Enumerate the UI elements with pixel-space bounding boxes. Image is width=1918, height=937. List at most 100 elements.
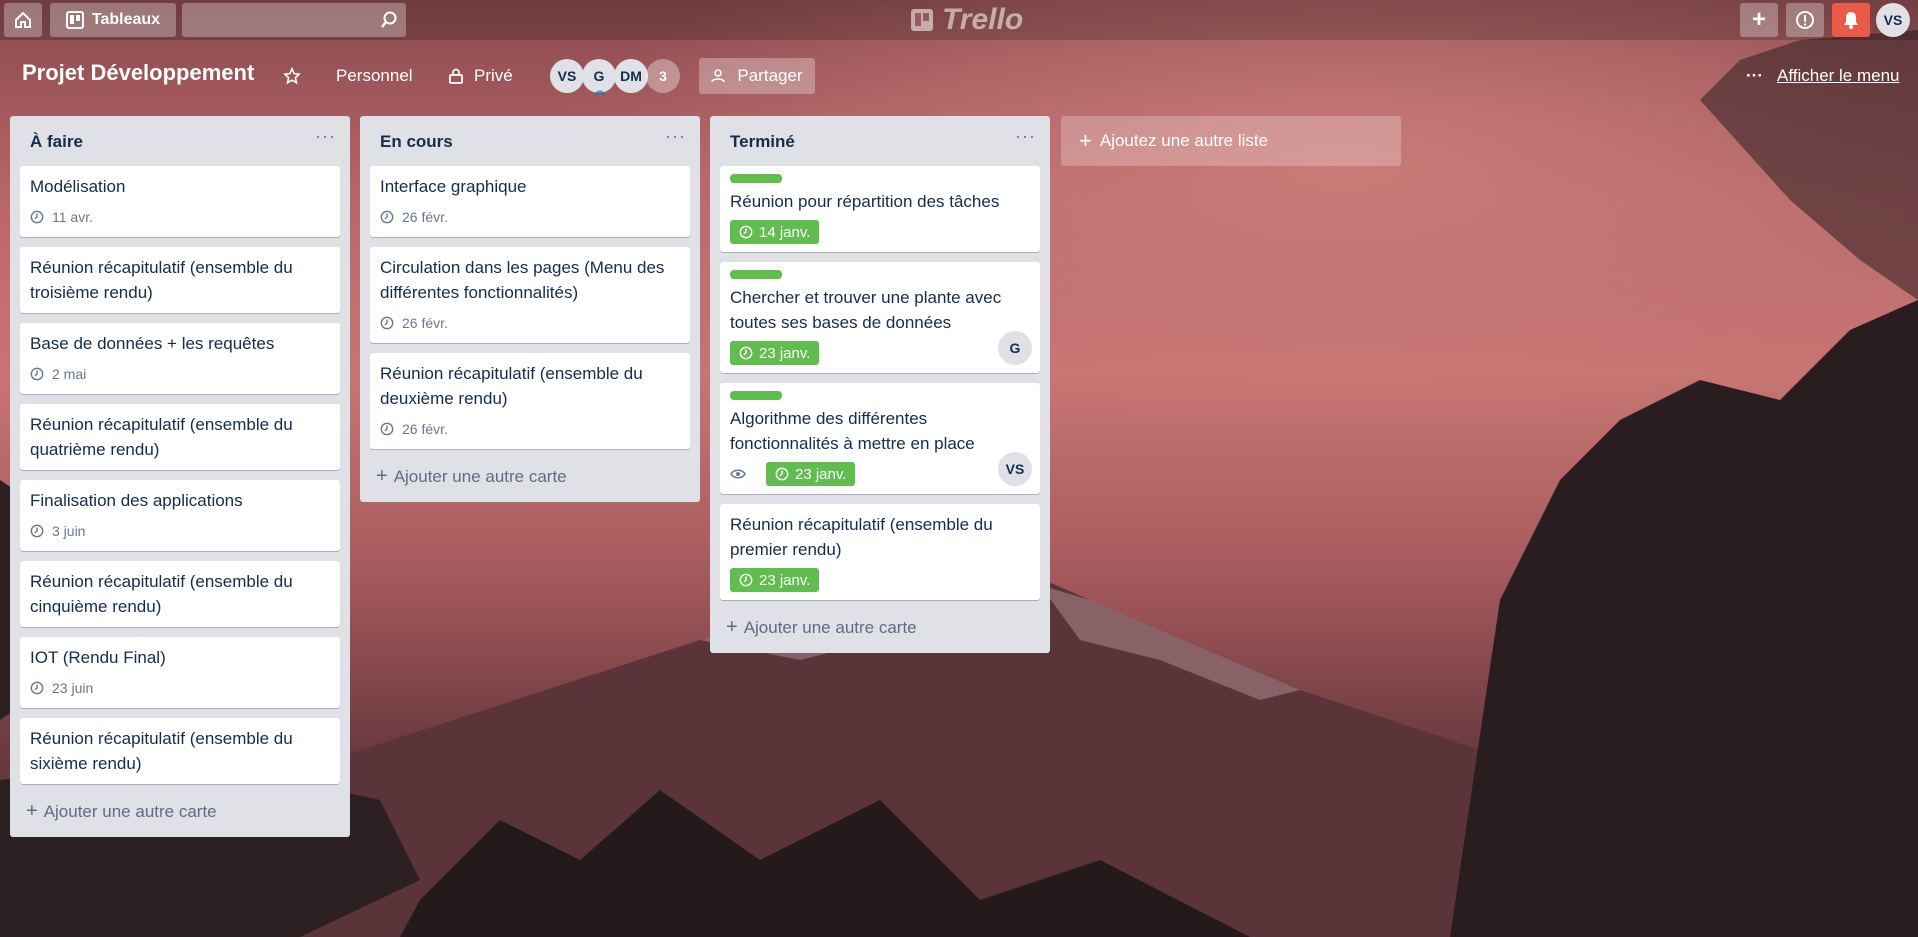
add-card-button[interactable]: + Ajouter une autre carte: [10, 794, 350, 837]
plus-icon: +: [1751, 6, 1766, 33]
trello-logo[interactable]: Trello: [910, 3, 1023, 36]
card[interactable]: Chercher et trouver une plante avec tout…: [720, 262, 1040, 373]
search-icon: [381, 11, 397, 28]
due-date-complete: 14 janv.: [730, 220, 820, 244]
add-card-label: Ajouter une autre carte: [43, 801, 217, 821]
due-date: 23 janv.: [795, 465, 847, 483]
card[interactable]: Interface graphique 26 févr.: [370, 166, 690, 237]
clock-icon: [380, 210, 394, 224]
card-title: IOT (Rendu Final): [30, 648, 166, 667]
plus-icon: +: [1079, 128, 1092, 153]
card-title: Réunion pour répartition des tâches: [730, 192, 1000, 211]
top-navigation-bar: Tableaux Trello + VS: [0, 0, 1918, 40]
card[interactable]: Réunion récapitulatif (ensemble du quatr…: [20, 404, 340, 470]
due-date: 26 févr.: [402, 314, 448, 331]
user-avatar[interactable]: VS: [1876, 3, 1910, 37]
due-date: 26 févr.: [402, 420, 448, 437]
green-label[interactable]: [730, 174, 782, 183]
board-title[interactable]: Projet Développement: [22, 60, 254, 86]
list-title[interactable]: En cours: [380, 132, 453, 152]
list-title[interactable]: À faire: [30, 132, 83, 152]
card[interactable]: Finalisation des applications 3 juin: [20, 480, 340, 551]
show-menu-button[interactable]: ··· Afficher le menu: [1746, 58, 1900, 94]
clock-icon: [30, 367, 44, 381]
create-button[interactable]: +: [1740, 3, 1778, 37]
member-count-badge[interactable]: 3: [646, 59, 680, 93]
card-title: Circulation dans les pages (Menu des dif…: [380, 258, 665, 302]
lock-icon: [449, 68, 463, 84]
home-icon: [15, 11, 31, 28]
card[interactable]: Réunion récapitulatif (ensemble du deuxi…: [370, 353, 690, 449]
due-date-badge: 26 févr.: [380, 311, 680, 335]
card-title: Chercher et trouver une plante avec tout…: [730, 288, 1002, 332]
star-button[interactable]: [283, 58, 307, 94]
due-date: 3 juin: [52, 522, 86, 539]
due-date: 26 févr.: [402, 208, 448, 225]
privacy-button[interactable]: Privé: [448, 58, 513, 94]
member-avatar[interactable]: DM: [614, 59, 648, 93]
notifications-button[interactable]: [1832, 3, 1870, 37]
add-card-button[interactable]: + Ajouter une autre carte: [710, 610, 1050, 653]
list-menu-button[interactable]: ···: [665, 126, 686, 147]
card[interactable]: Réunion récapitulatif (ensemble du cinqu…: [20, 561, 340, 627]
add-card-button[interactable]: + Ajouter une autre carte: [360, 459, 700, 502]
green-label[interactable]: [730, 391, 782, 400]
card[interactable]: IOT (Rendu Final) 23 juin: [20, 637, 340, 708]
green-label[interactable]: [730, 270, 782, 279]
list-title[interactable]: Terminé: [730, 132, 795, 152]
due-date-complete: 23 janv.: [730, 341, 820, 365]
info-button[interactable]: [1786, 3, 1824, 37]
due-date-badge: 23 juin: [30, 676, 330, 700]
due-date-badge: 11 avr.: [30, 205, 330, 229]
boards-button[interactable]: Tableaux: [50, 3, 176, 37]
card-title: Interface graphique: [380, 177, 527, 196]
plus-icon: +: [376, 465, 388, 487]
card-title: Modélisation: [30, 177, 126, 196]
member-avatar[interactable]: VS: [550, 59, 584, 93]
card-member-avatar[interactable]: VS: [998, 452, 1032, 486]
privacy-label: Privé: [474, 66, 513, 85]
due-date: 2 mai: [52, 365, 87, 382]
card-member-avatar[interactable]: G: [998, 331, 1032, 365]
share-label: Partager: [737, 66, 803, 85]
admin-chevron-icon: ︽: [595, 86, 605, 97]
card-title: Réunion récapitulatif (ensemble du sixiè…: [30, 729, 293, 773]
list-menu-button[interactable]: ···: [315, 126, 336, 147]
plus-icon: +: [26, 800, 38, 822]
team-visibility-label: Personnel: [336, 66, 413, 85]
list-header: En cours ···: [360, 116, 700, 166]
member-count: 3: [659, 68, 667, 84]
clock-icon: [30, 681, 44, 695]
card[interactable]: Circulation dans les pages (Menu des dif…: [370, 247, 690, 343]
card-title: Réunion récapitulatif (ensemble du quatr…: [30, 415, 293, 459]
card[interactable]: Modélisation 11 avr.: [20, 166, 340, 237]
card[interactable]: Réunion récapitulatif (ensemble du sixiè…: [20, 718, 340, 784]
board-members: VS G ︽ DM 3: [550, 58, 680, 97]
clock-icon: [739, 225, 753, 239]
card[interactable]: Réunion pour répartition des tâches 14 j…: [720, 166, 1040, 252]
member-avatar[interactable]: G ︽: [582, 59, 616, 97]
search-input[interactable]: [182, 3, 406, 37]
add-list-button[interactable]: + Ajoutez une autre liste: [1061, 116, 1401, 166]
list-menu-button[interactable]: ···: [1015, 126, 1036, 147]
member-initials: G: [593, 68, 605, 84]
card[interactable]: Algorithme des différentes fonctionnalit…: [720, 383, 1040, 494]
card-title: Réunion récapitulatif (ensemble du premi…: [730, 515, 993, 559]
list-a-faire: À faire ··· Modélisation 11 avr. Réunion…: [10, 116, 350, 837]
clock-icon: [380, 316, 394, 330]
list-termine: Terminé ··· Réunion pour répartition des…: [710, 116, 1050, 653]
due-date-complete: 23 janv.: [730, 568, 820, 592]
due-date-badge: 26 févr.: [380, 205, 680, 229]
card[interactable]: Réunion récapitulatif (ensemble du premi…: [720, 504, 1040, 600]
add-list-label: Ajoutez une autre liste: [1099, 131, 1269, 150]
card-title: Algorithme des différentes fonctionnalit…: [730, 409, 975, 453]
card[interactable]: Réunion récapitulatif (ensemble du trois…: [20, 247, 340, 313]
card[interactable]: Base de données + les requêtes 2 mai: [20, 323, 340, 394]
star-icon: [283, 67, 301, 85]
add-card-label: Ajouter une autre carte: [743, 617, 917, 637]
share-button[interactable]: Partager: [699, 58, 815, 94]
due-date-badge: 3 juin: [30, 519, 330, 543]
team-visibility-button[interactable]: Personnel: [336, 58, 413, 94]
home-button[interactable]: [4, 3, 42, 37]
clock-icon: [775, 467, 789, 481]
